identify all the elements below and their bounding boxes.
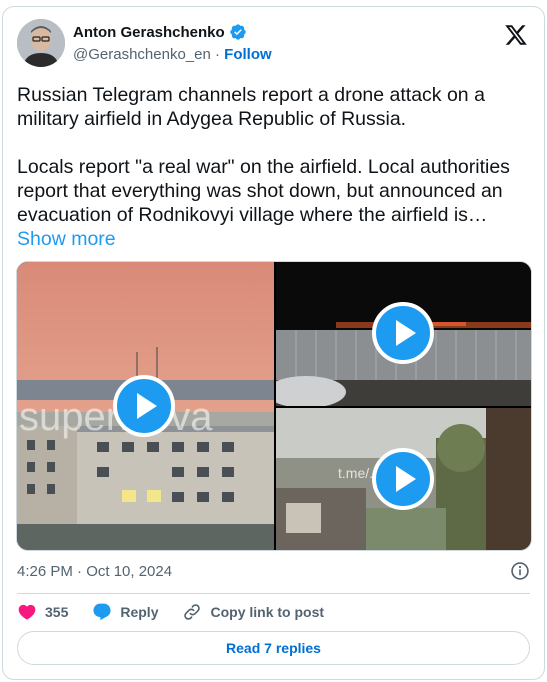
play-button[interactable] <box>113 375 175 437</box>
play-icon <box>137 393 157 419</box>
follow-button[interactable]: Follow <box>224 46 272 63</box>
play-button[interactable] <box>372 302 434 364</box>
separator: · <box>214 46 220 63</box>
info-icon[interactable] <box>510 561 530 581</box>
video-1[interactable]: superNova <box>17 262 274 550</box>
tweet-text: Russian Telegram channels report a drone… <box>17 83 532 251</box>
verified-badge-icon <box>230 24 246 40</box>
media-grid: superNova <box>16 261 532 551</box>
tweet-card: Anton Gerashchenko @Gerashchenko_en · Fo… <box>2 6 545 680</box>
play-icon <box>396 320 416 346</box>
video-2[interactable] <box>276 262 531 406</box>
divider <box>17 593 530 594</box>
author-name[interactable]: Anton Gerashchenko <box>73 24 225 41</box>
author-handle[interactable]: @Gerashchenko_en <box>73 46 211 63</box>
avatar[interactable] <box>17 19 65 67</box>
copy-link-button[interactable]: Copy link to post <box>182 602 324 622</box>
name-row: Anton Gerashchenko <box>73 23 247 41</box>
play-icon <box>396 466 416 492</box>
link-icon <box>184 604 201 620</box>
x-logo-icon[interactable] <box>504 23 528 47</box>
read-replies-button[interactable]: Read 7 replies <box>17 631 530 665</box>
show-more-link[interactable]: Show more <box>17 228 116 250</box>
tweet-header: Anton Gerashchenko @Gerashchenko_en · Fo… <box>17 19 530 71</box>
play-button[interactable] <box>372 448 434 510</box>
tweet-timestamp[interactable]: 4:26 PM · Oct 10, 2024 <box>17 563 172 580</box>
reply-button[interactable]: Reply <box>92 602 158 622</box>
like-count: 355 <box>45 604 69 620</box>
handle-row: @Gerashchenko_en · Follow <box>73 46 272 63</box>
video-3[interactable]: t.me/...va_plus <box>276 408 531 550</box>
heart-icon <box>18 604 36 620</box>
tweet-body: Russian Telegram channels report a drone… <box>17 84 510 226</box>
like-button[interactable]: 355 <box>17 602 68 622</box>
copy-link-label: Copy link to post <box>210 604 325 620</box>
reply-label: Reply <box>120 604 159 620</box>
reply-icon <box>93 603 111 621</box>
action-bar: 355 Reply Copy link to post <box>17 601 348 623</box>
